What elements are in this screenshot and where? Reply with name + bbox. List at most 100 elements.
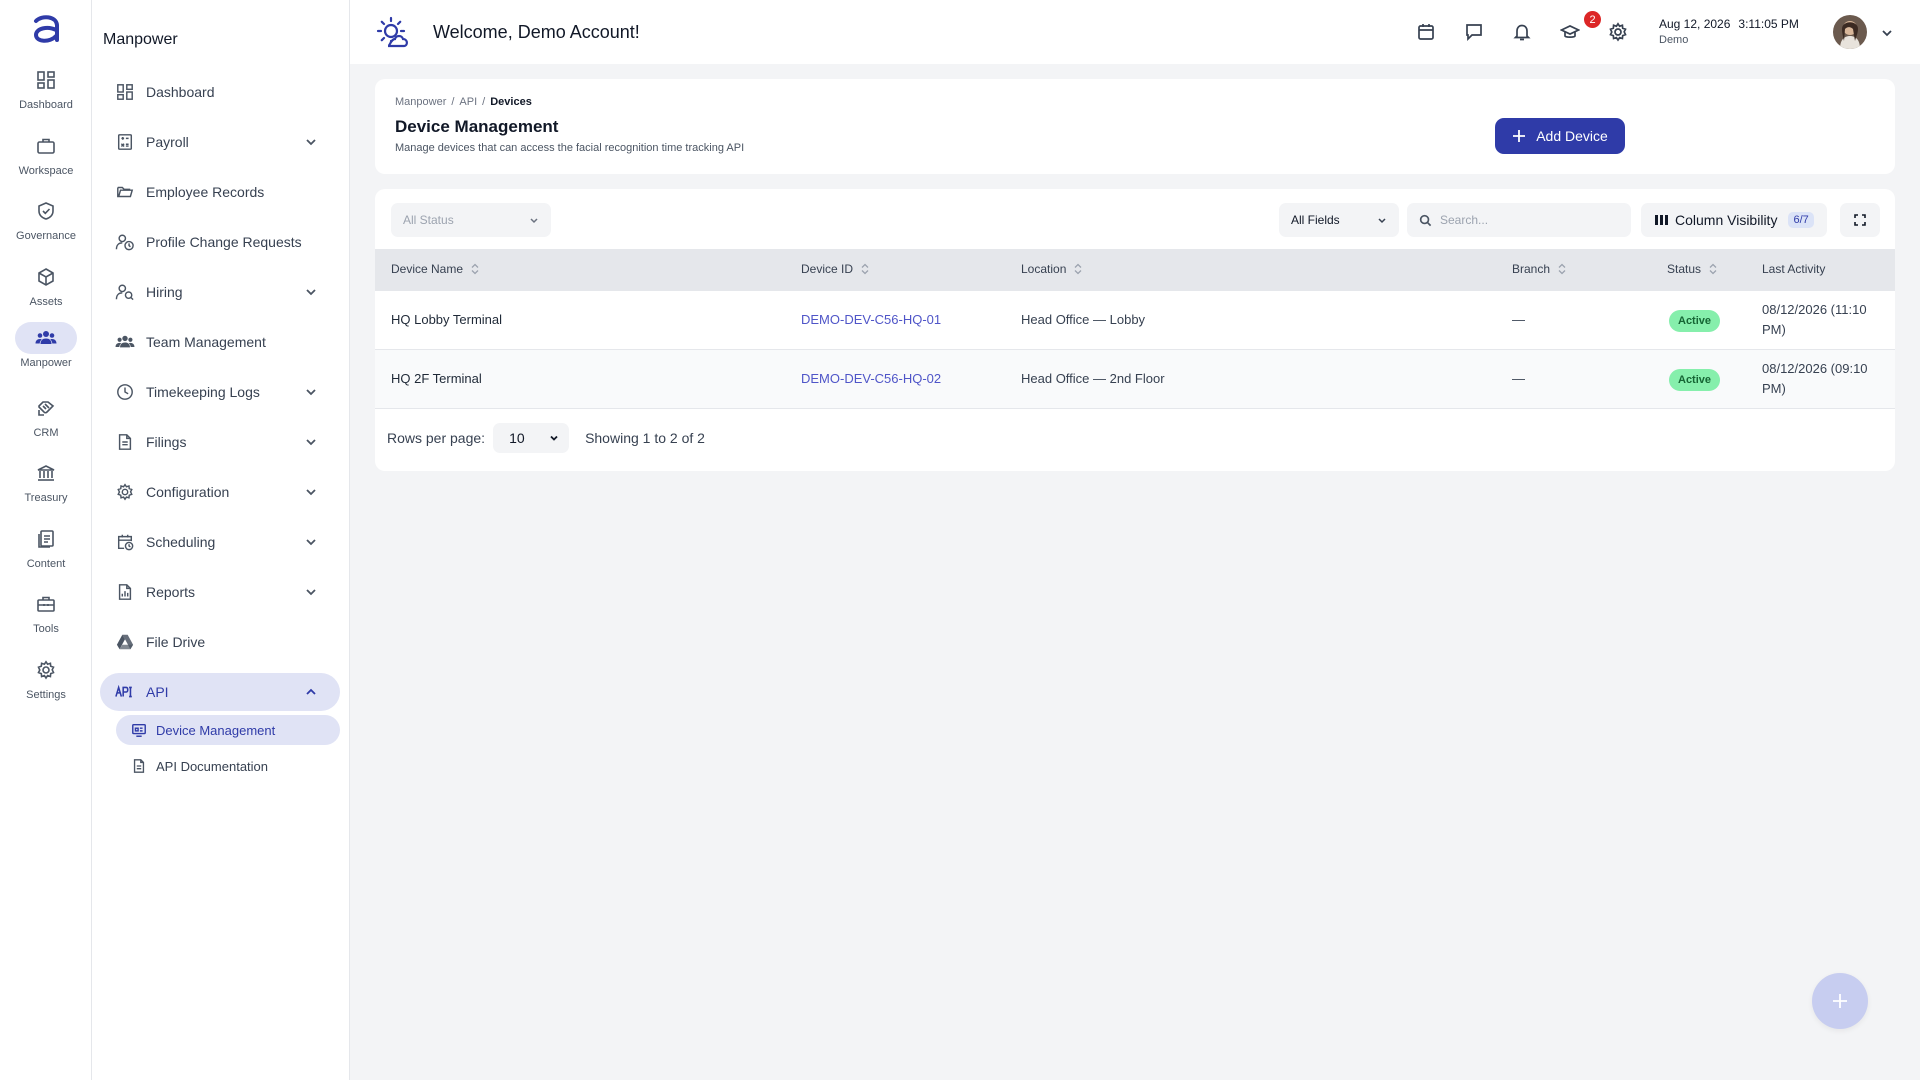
rail-item-content[interactable]: Content [0, 523, 92, 583]
cell-location: Head Office — 2nd Floor [1021, 371, 1165, 386]
calendar-clock-icon [114, 531, 136, 553]
chevron-down-icon[interactable] [1880, 26, 1894, 40]
field-filter-select[interactable]: All Fields [1279, 203, 1399, 237]
sidebar-subitem-label: Device Management [156, 722, 276, 738]
graduation-cap-icon[interactable] [1558, 20, 1582, 44]
chevron-down-icon [304, 285, 318, 299]
toolbox-icon [15, 588, 77, 620]
notification-badge: 2 [1584, 11, 1601, 28]
chevron-down-icon [304, 385, 318, 399]
column-header-device-name[interactable]: Device Name [391, 262, 479, 276]
top-header: Welcome, Demo Account! 2 Aug 12, 2026 3:1… [350, 0, 1920, 64]
columns-icon [1655, 214, 1668, 226]
breadcrumb-item[interactable]: API [459, 96, 477, 108]
sidebar-item-label: Hiring [146, 284, 183, 300]
sidebar-item-label: Team Management [146, 334, 266, 350]
page-title: Device Management [395, 117, 559, 136]
app-logo[interactable] [28, 12, 64, 48]
rail-item-settings[interactable]: Settings [0, 654, 92, 714]
device-icon [130, 721, 148, 739]
chat-icon[interactable] [1462, 20, 1486, 44]
column-visibility-button[interactable]: Column Visibility 6/7 [1641, 203, 1827, 237]
avatar[interactable] [1833, 15, 1867, 49]
sort-icon [1074, 263, 1082, 275]
rail-label: CRM [33, 427, 59, 439]
fullscreen-icon [1854, 214, 1866, 226]
rail-item-workspace[interactable]: Workspace [0, 130, 92, 190]
date-text: Aug 12, 2026 [1659, 17, 1731, 31]
report-icon [114, 581, 136, 603]
user-clock-icon [114, 231, 136, 253]
table-row[interactable]: HQ Lobby Terminal DEMO-DEV-C56-HQ-01 Hea… [375, 291, 1895, 350]
sidebar-item-payroll[interactable]: Payroll [100, 123, 340, 161]
rail-item-governance[interactable]: Governance [0, 195, 92, 255]
sidebar-subitem-api-documentation[interactable]: API Documentation [116, 751, 340, 781]
rows-per-page-select[interactable]: 10 [493, 423, 570, 453]
floating-add-button[interactable] [1812, 973, 1868, 1029]
column-header-status[interactable]: Status [1667, 262, 1717, 276]
cell-location: Head Office — Lobby [1021, 312, 1146, 327]
sidebar-item-team-management[interactable]: Team Management [100, 323, 340, 361]
search-input[interactable] [1440, 213, 1620, 227]
rail-item-treasury[interactable]: Treasury [0, 457, 92, 517]
column-header-branch[interactable]: Branch [1512, 262, 1566, 276]
cube-icon [15, 261, 77, 293]
sidebar-item-configuration[interactable]: Configuration [100, 473, 340, 511]
chevron-down-icon [304, 485, 318, 499]
sidebar-item-employee-records[interactable]: Employee Records [100, 173, 340, 211]
users-icon [15, 322, 77, 354]
add-device-button[interactable]: Add Device [1495, 118, 1625, 154]
chevron-down-icon [304, 535, 318, 549]
rail-item-assets[interactable]: Assets [0, 261, 92, 321]
sidebar-item-dashboard[interactable]: Dashboard [100, 73, 340, 111]
chevron-down-icon [529, 215, 539, 225]
sidebar-item-scheduling[interactable]: Scheduling [100, 523, 340, 561]
column-header-device-id[interactable]: Device ID [801, 262, 869, 276]
chevron-down-icon [304, 135, 318, 149]
search-box [1407, 203, 1631, 237]
drive-icon [114, 631, 136, 653]
doc-icon [130, 757, 148, 775]
sidebar-item-label: File Drive [146, 634, 206, 650]
dashboard-icon [114, 81, 136, 103]
sidebar-item-file-drive[interactable]: File Drive [100, 623, 340, 661]
chevron-down-icon [304, 585, 318, 599]
sidebar-item-api[interactable]: API [100, 673, 340, 711]
sidebar-item-hiring[interactable]: Hiring [100, 273, 340, 311]
sidebar-item-profile-change-requests[interactable]: Profile Change Requests [100, 223, 340, 261]
sidebar-item-label: Timekeeping Logs [146, 384, 260, 400]
search-icon [1419, 214, 1432, 227]
sidebar-subitem-device-management[interactable]: Device Management [116, 715, 340, 745]
sidebar-item-label: Filings [146, 434, 187, 450]
fullscreen-button[interactable] [1840, 203, 1880, 237]
cell-last-activity: 08/12/2026 (09:10 PM) [1762, 361, 1868, 396]
plus-icon [1512, 129, 1526, 143]
rail-label: Workspace [18, 165, 74, 177]
settings-gear-icon[interactable] [1606, 20, 1630, 44]
rail-label: Assets [29, 296, 63, 308]
shield-check-icon [15, 195, 77, 227]
calendar-icon[interactable] [1414, 20, 1438, 44]
breadcrumb-current: Devices [490, 96, 532, 108]
rail-label: Content [26, 558, 66, 570]
sidebar-item-reports[interactable]: Reports [100, 573, 340, 611]
column-header-label: Status [1667, 262, 1702, 276]
cell-device-id-link[interactable]: DEMO-DEV-C56-HQ-02 [801, 371, 941, 386]
rail-item-tools[interactable]: Tools [0, 588, 92, 648]
breadcrumb-item[interactable]: Manpower [395, 96, 446, 108]
column-header-location[interactable]: Location [1021, 262, 1082, 276]
bell-icon[interactable] [1510, 20, 1534, 44]
bank-icon [15, 457, 77, 489]
table-row[interactable]: HQ 2F Terminal DEMO-DEV-C56-HQ-02 Head O… [375, 350, 1895, 409]
rail-item-crm[interactable]: CRM [0, 392, 92, 452]
sidebar-item-filings[interactable]: Filings [100, 423, 340, 461]
rail-item-dashboard[interactable]: Dashboard [0, 64, 92, 124]
rail-item-manpower[interactable]: Manpower [0, 322, 92, 382]
team-icon [114, 331, 136, 353]
sidebar-item-label: Payroll [146, 134, 189, 150]
datetime: Aug 12, 2026 3:11:05 PM [1659, 17, 1799, 31]
sidebar-item-timekeeping-logs[interactable]: Timekeeping Logs [100, 373, 340, 411]
chevron-up-icon [304, 685, 318, 699]
status-filter-select[interactable]: All Status [391, 203, 551, 237]
cell-device-id-link[interactable]: DEMO-DEV-C56-HQ-01 [801, 312, 941, 327]
